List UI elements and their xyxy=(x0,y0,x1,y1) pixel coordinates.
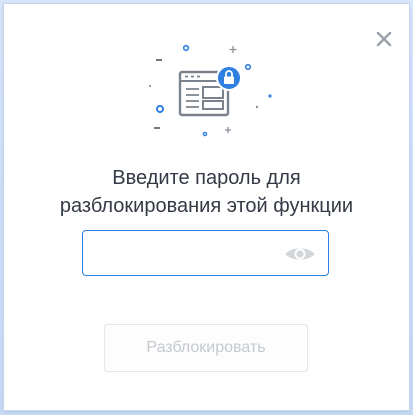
prompt-line-1: Введите пароль для xyxy=(112,167,301,189)
unlock-button[interactable]: Разблокировать xyxy=(104,324,308,372)
password-input[interactable] xyxy=(91,239,285,269)
locked-window-illustration xyxy=(140,40,276,148)
locked-window-icon xyxy=(148,44,272,137)
close-icon xyxy=(376,31,392,47)
lock-icon xyxy=(216,65,242,91)
unlock-dialog: Введите пароль для разблокирования этой … xyxy=(4,4,409,410)
password-prompt: Введите пароль для разблокирования этой … xyxy=(4,164,409,220)
eye-icon xyxy=(285,248,315,260)
show-password-button[interactable] xyxy=(284,244,316,264)
password-field[interactable] xyxy=(82,230,329,276)
prompt-line-2: разблокирования этой функции xyxy=(59,195,354,217)
close-button[interactable] xyxy=(375,30,393,48)
